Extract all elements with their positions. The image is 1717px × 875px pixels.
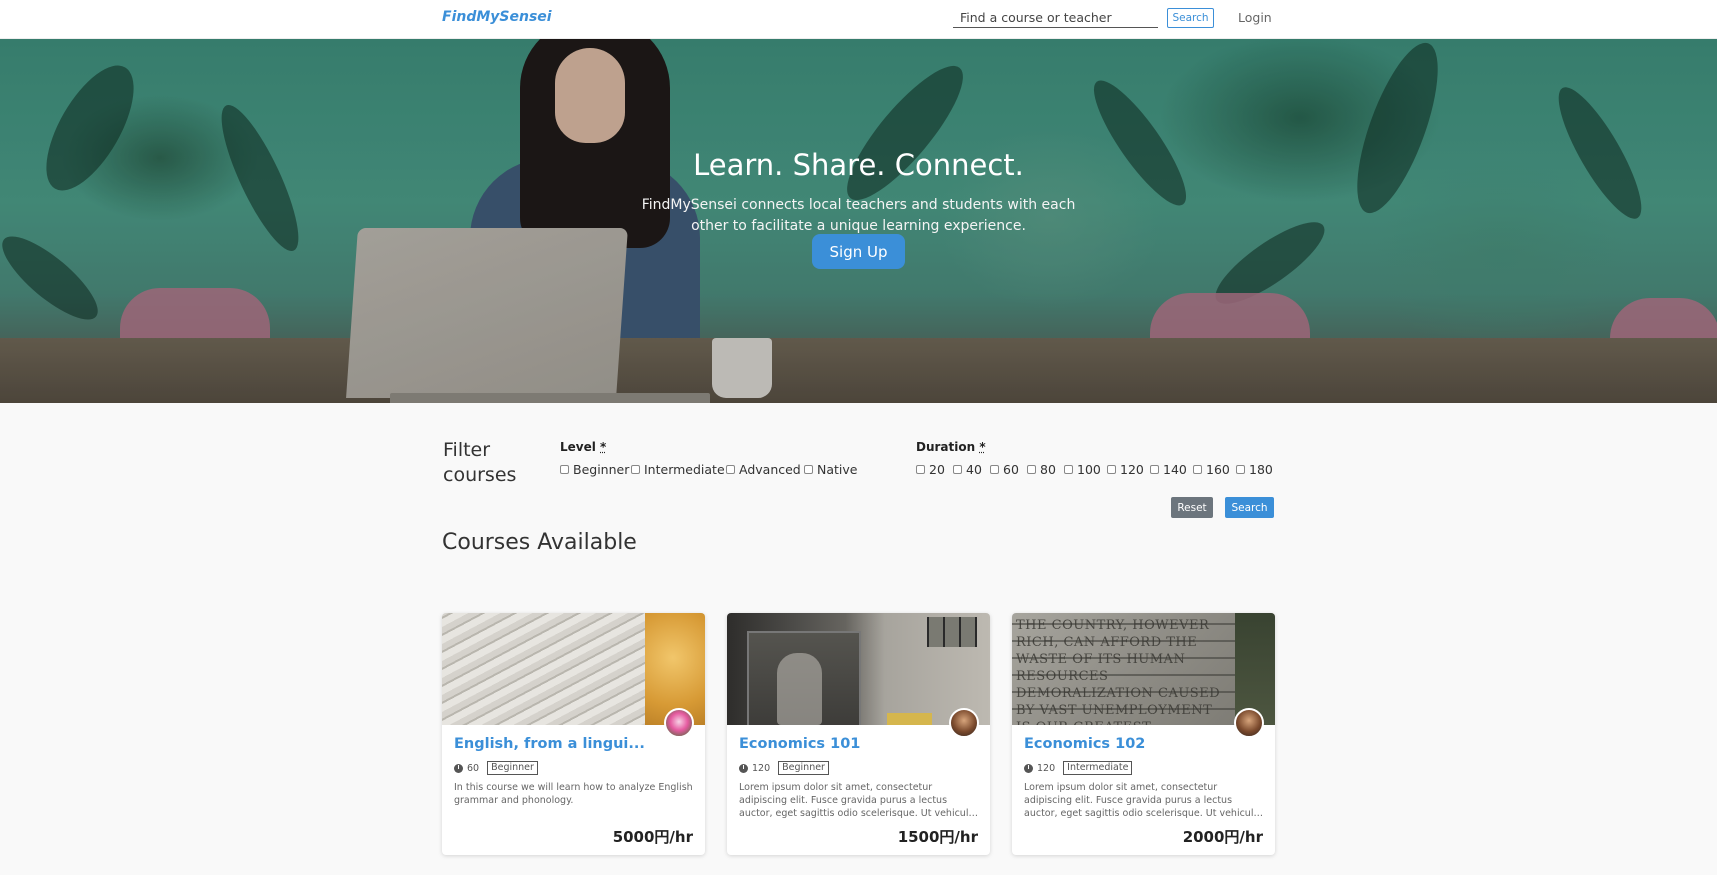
hero-description: FindMySensei connects local teachers and… [641,197,1076,234]
level-badge: Beginner [778,761,829,775]
duration-option-40[interactable]: 40 [953,462,982,477]
duration-option-120[interactable]: 120 [1107,462,1144,477]
duration-option-140[interactable]: 140 [1150,462,1187,477]
course-price: 1500円/hr [897,828,978,846]
search-input[interactable] [953,8,1158,28]
course-duration: 120 [1037,762,1056,774]
checkbox[interactable] [560,465,569,474]
course-description: Lorem ipsum dolor sit amet, consectetur … [739,782,975,819]
course-price: 5000円/hr [612,828,693,846]
course-duration: 120 [752,762,771,774]
filter-title: Filter courses [443,439,517,486]
course-image-dictionary [442,613,705,725]
brand-logo[interactable]: FindMySensei [442,9,552,25]
level-option-beginner[interactable]: Beginner [560,462,629,477]
course-card[interactable]: English, from a lingui... 60 Beginner In… [442,613,705,855]
checkbox[interactable] [990,465,999,474]
duration-option-100[interactable]: 100 [1064,462,1101,477]
duration-label: Duration * [916,440,986,454]
course-title[interactable]: English, from a lingui... [454,736,654,752]
duration-option-20[interactable]: 20 [916,462,945,477]
checkbox[interactable] [953,465,962,474]
clock-icon [1024,763,1033,773]
checkbox[interactable] [1150,465,1159,474]
course-meta: 60 Beginner [454,761,538,775]
course-description: Lorem ipsum dolor sit amet, consectetur … [1024,782,1260,819]
checkbox[interactable] [726,465,735,474]
signup-button[interactable]: Sign Up [812,234,905,269]
hero-banner: Learn. Share. Connect. FindMySensei conn… [0,38,1717,403]
course-card[interactable]: Economics 101 120 Beginner Lorem ipsum d… [727,613,990,855]
courses-section-title: Courses Available [442,530,637,555]
teacher-avatar[interactable] [664,708,694,738]
course-description: In this course we will learn how to anal… [454,782,693,806]
duration-option-60[interactable]: 60 [990,462,1019,477]
checkbox[interactable] [1236,465,1245,474]
course-card[interactable]: THE COUNTRY, HOWEVER RICH, CAN AFFORD TH… [1012,613,1275,855]
course-price: 2000円/hr [1182,828,1263,846]
course-duration: 60 [467,762,480,774]
navbar: FindMySensei Search Login [0,0,1717,39]
duration-option-180[interactable]: 180 [1236,462,1273,477]
login-link[interactable]: Login [1238,10,1272,25]
checkbox[interactable] [1193,465,1202,474]
duration-option-160[interactable]: 160 [1193,462,1230,477]
course-title[interactable]: Economics 102 [1024,736,1224,752]
level-option-advanced[interactable]: Advanced [726,462,801,477]
duration-option-80[interactable]: 80 [1027,462,1056,477]
clock-icon [739,763,748,773]
teacher-avatar[interactable] [1234,708,1264,738]
clock-icon [454,763,463,773]
checkbox[interactable] [1107,465,1116,474]
reset-button[interactable]: Reset [1171,497,1213,518]
course-image-building [727,613,990,725]
course-meta: 120 Intermediate [1024,761,1133,775]
filter-search-button[interactable]: Search [1225,497,1274,518]
checkbox[interactable] [916,465,925,474]
level-badge: Intermediate [1063,761,1133,775]
course-image-inscription: THE COUNTRY, HOWEVER RICH, CAN AFFORD TH… [1012,613,1275,725]
level-option-intermediate[interactable]: Intermediate [631,462,725,477]
checkbox[interactable] [1027,465,1036,474]
nav-search-button[interactable]: Search [1167,8,1214,28]
checkbox[interactable] [804,465,813,474]
teacher-avatar[interactable] [949,708,979,738]
checkbox[interactable] [631,465,640,474]
checkbox[interactable] [1064,465,1073,474]
hero-title: Learn. Share. Connect. [693,148,1024,182]
level-badge: Beginner [487,761,538,775]
level-label: Level * [560,440,607,454]
course-meta: 120 Beginner [739,761,829,775]
level-option-native[interactable]: Native [804,462,857,477]
inscription-text: THE COUNTRY, HOWEVER RICH, CAN AFFORD TH… [1016,618,1221,725]
course-title[interactable]: Economics 101 [739,736,939,752]
